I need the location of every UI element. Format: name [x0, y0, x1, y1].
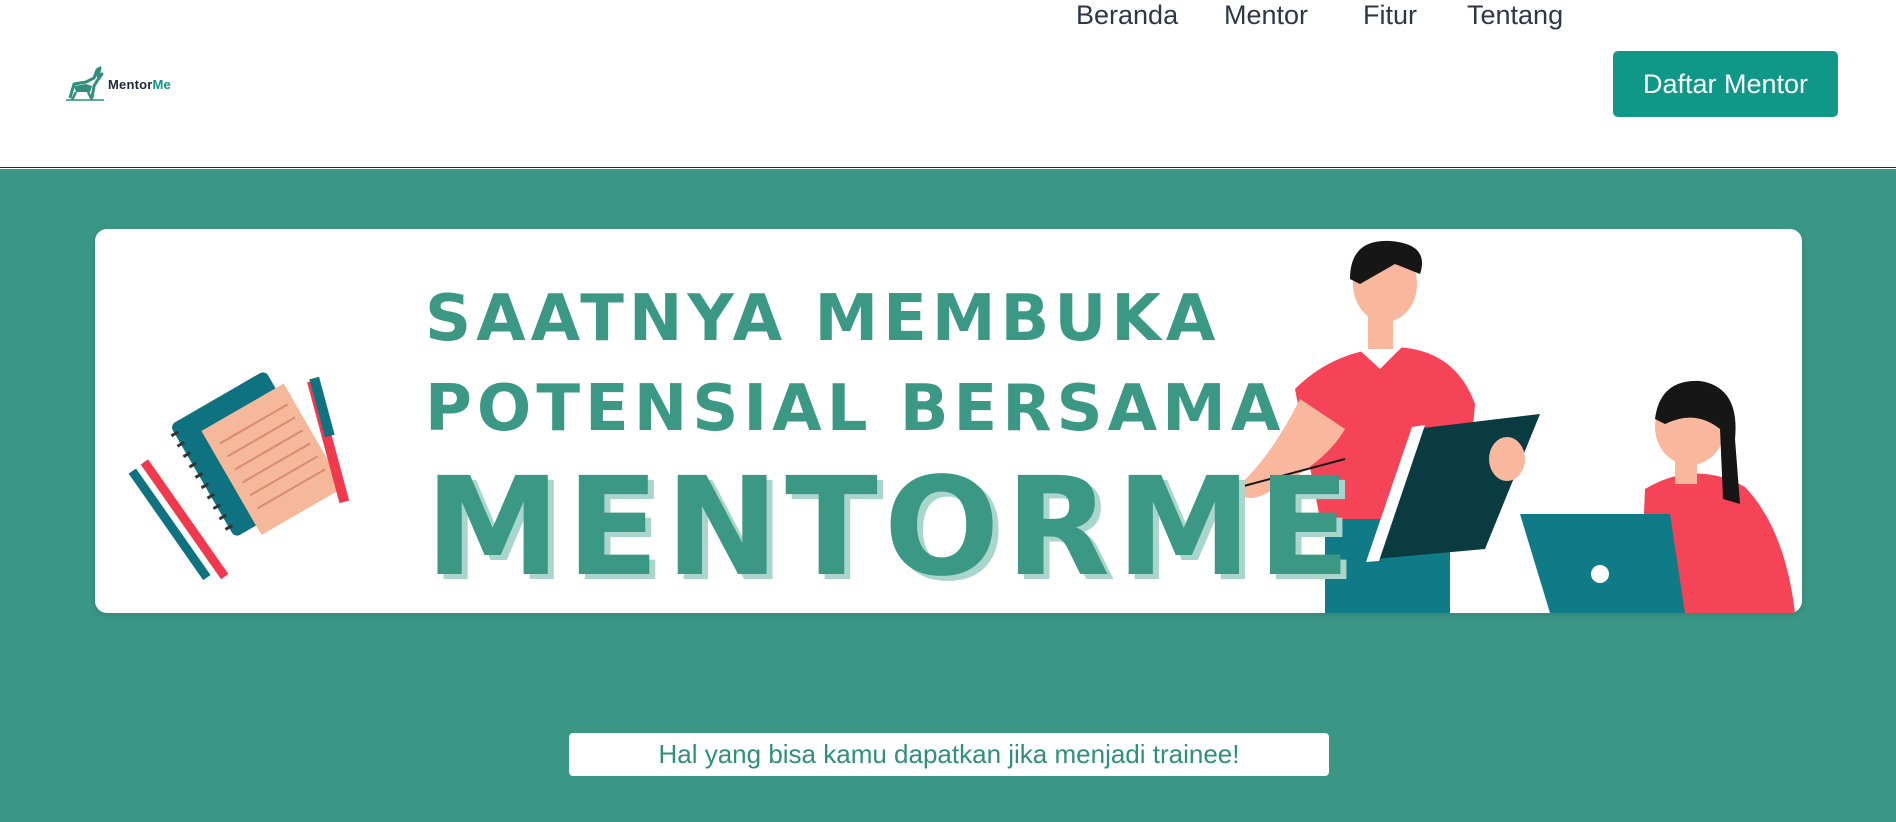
- nav-link-beranda[interactable]: Beranda: [1076, 0, 1178, 31]
- hero-banner: SAATNYA MEMBUKA POTENSIAL BERSAMA MENTOR…: [95, 229, 1802, 613]
- logo[interactable]: MentorMe: [64, 64, 171, 104]
- nav-link-fitur[interactable]: Fitur: [1363, 0, 1417, 31]
- navbar: MentorMe Beranda Mentor Fitur Tentang Da…: [0, 0, 1896, 168]
- trainee-benefits-heading: Hal yang bisa kamu dapatkan jika menjadi…: [569, 733, 1329, 776]
- woman-with-laptop-icon: [1520, 380, 1795, 613]
- hero-headline: SAATNYA MEMBUKA POTENSIAL BERSAMA MENTOR…: [425, 274, 1357, 607]
- headline-line-3: MENTORME: [425, 449, 1357, 607]
- hero-section: SAATNYA MEMBUKA POTENSIAL BERSAMA MENTOR…: [0, 169, 1896, 822]
- deer-logo-icon: [66, 66, 104, 101]
- daftar-mentor-button[interactable]: Daftar Mentor: [1613, 51, 1838, 117]
- logo-text: MentorMe: [108, 76, 171, 92]
- nav-link-tentang[interactable]: Tentang: [1467, 0, 1563, 31]
- nav-link-mentor[interactable]: Mentor: [1224, 0, 1308, 31]
- headline-line-1: SAATNYA MEMBUKA: [425, 282, 1221, 356]
- headline-line-2: POTENSIAL BERSAMA: [425, 372, 1286, 446]
